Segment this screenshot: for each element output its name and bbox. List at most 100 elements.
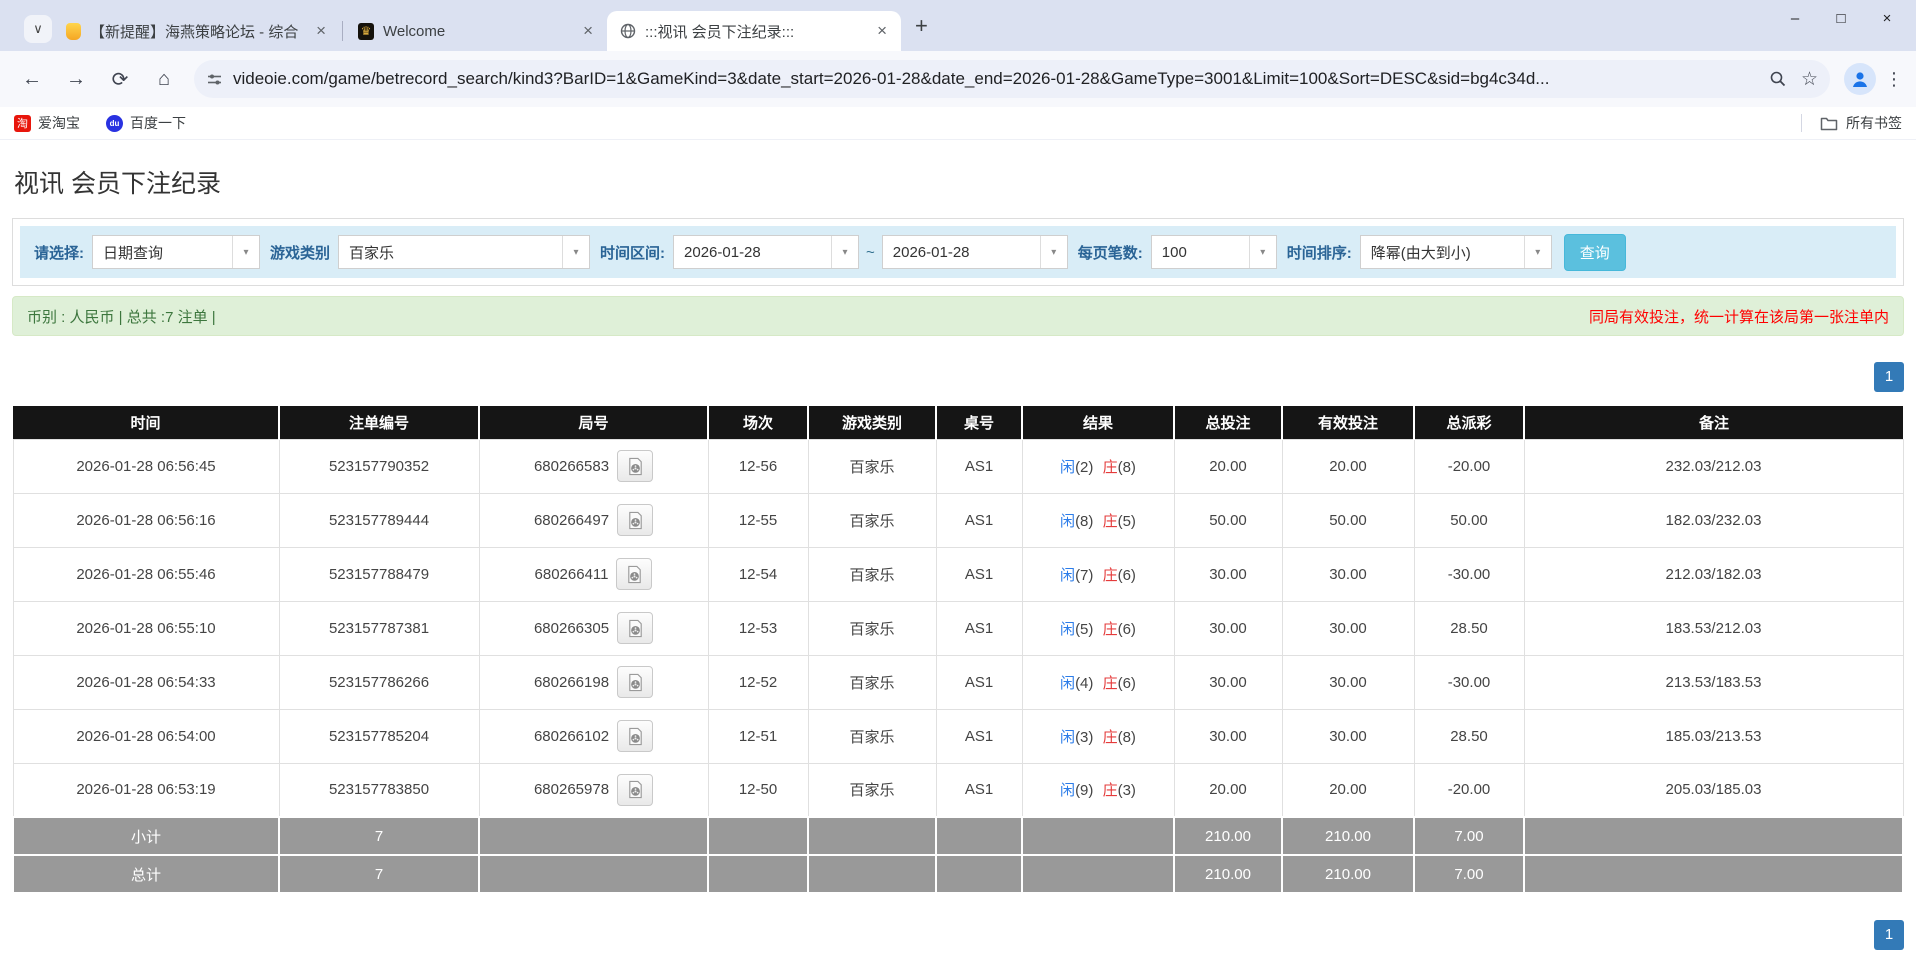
minimize-button[interactable]: – [1772, 0, 1818, 36]
maximize-button[interactable]: □ [1818, 0, 1864, 36]
cell-table-no: AS1 [936, 547, 1022, 601]
cell-total-bet[interactable]: 20.00 [1174, 763, 1282, 817]
profile-avatar[interactable] [1844, 63, 1876, 95]
baidu-icon: du [106, 115, 123, 132]
cell-time: 2026-01-28 06:56:16 [13, 493, 279, 547]
cell-round: 680266583 [479, 439, 708, 493]
cell-total-bet[interactable]: 50.00 [1174, 493, 1282, 547]
back-button[interactable]: ← [13, 60, 51, 98]
chevron-down-icon[interactable]: ▾ [831, 236, 858, 268]
browser-window: ∨ 【新提醒】海燕策略论坛 - 综合 × ♛ Welcome × :::视讯 会… [0, 0, 1916, 140]
date-start-select[interactable]: 2026-01-28 ▾ [673, 235, 859, 269]
cell-game-type: 百家乐 [808, 601, 936, 655]
table-header: 时间 注单编号 局号 场次 游戏类别 桌号 结果 总投注 有效投注 总派彩 备注 [13, 406, 1903, 439]
tab-search-button[interactable]: ∨ [24, 15, 52, 43]
tab-bet-records[interactable]: :::视讯 会员下注纪录::: × [607, 11, 901, 51]
video-replay-button[interactable] [617, 720, 653, 752]
video-replay-button[interactable] [617, 450, 653, 482]
cell-time: 2026-01-28 06:53:19 [13, 763, 279, 817]
all-bookmarks-button[interactable]: 所有书签 [1801, 113, 1902, 133]
cell-total-bet[interactable]: 30.00 [1174, 601, 1282, 655]
cell-round: 680266102 [479, 709, 708, 763]
tab-welcome[interactable]: ♛ Welcome × [345, 11, 607, 51]
cell-bet-id: 523157783850 [279, 763, 479, 817]
subtotal-payout: 7.00 [1414, 817, 1524, 855]
chevron-down-icon[interactable]: ▾ [232, 236, 259, 268]
chevron-down-icon[interactable]: ▾ [1249, 236, 1276, 268]
close-icon[interactable]: × [312, 21, 330, 41]
bookmark-star-icon[interactable]: ☆ [1801, 68, 1818, 91]
cell-round: 680266411 [479, 547, 708, 601]
tab-separator [342, 21, 343, 41]
result-banker: 庄(5) [1103, 513, 1136, 530]
cell-table-no: AS1 [936, 439, 1022, 493]
site-settings-icon[interactable] [206, 71, 223, 88]
video-replay-button[interactable] [617, 504, 653, 536]
chevron-down-icon[interactable]: ▾ [1524, 236, 1551, 268]
browser-menu-icon[interactable]: ⋮ [1882, 69, 1906, 90]
cell-payout: 50.00 [1414, 493, 1524, 547]
tab-strip: ∨ 【新提醒】海燕策略论坛 - 综合 × ♛ Welcome × :::视讯 会… [0, 0, 1916, 51]
page-1-button[interactable]: 1 [1874, 362, 1904, 392]
game-category-select[interactable]: 百家乐 ▾ [338, 235, 590, 269]
cell-time: 2026-01-28 06:56:45 [13, 439, 279, 493]
table-row: 2026-01-28 06:55:10 523157787381 6802663… [13, 601, 1903, 655]
close-window-button[interactable]: × [1864, 0, 1910, 36]
chevron-down-icon[interactable]: ▾ [562, 236, 589, 268]
cell-total-bet[interactable]: 20.00 [1174, 439, 1282, 493]
cell-remark: 182.03/232.03 [1524, 493, 1903, 547]
bookmarks-separator [1801, 114, 1802, 132]
col-payout: 总派彩 [1414, 406, 1524, 439]
globe-icon [619, 22, 637, 40]
subtotal-label: 小计 [13, 817, 279, 855]
search-button[interactable]: 查询 [1564, 234, 1626, 271]
cell-table-no: AS1 [936, 709, 1022, 763]
new-tab-button[interactable]: + [915, 13, 928, 39]
table-row: 2026-01-28 06:54:33 523157786266 6802661… [13, 655, 1903, 709]
bookmark-baidu[interactable]: du 百度一下 [106, 113, 186, 133]
pagination-bottom: 1 [12, 920, 1904, 950]
cell-total-bet[interactable]: 30.00 [1174, 655, 1282, 709]
chevron-down-icon[interactable]: ▾ [1040, 236, 1067, 268]
page-1-button[interactable]: 1 [1874, 920, 1904, 950]
url-bar[interactable]: videoie.com/game/betrecord_search/kind3?… [194, 60, 1830, 98]
url-text[interactable]: videoie.com/game/betrecord_search/kind3?… [233, 69, 1759, 89]
zoom-icon[interactable] [1769, 70, 1787, 88]
video-replay-button[interactable] [617, 774, 653, 806]
page-title: 视讯 会员下注纪录 [14, 164, 1916, 200]
folder-icon [1820, 116, 1838, 131]
sort-order-select[interactable]: 降幂(由大到小) ▾ [1360, 235, 1552, 269]
date-start-value: 2026-01-28 [674, 236, 831, 268]
cell-total-bet[interactable]: 30.00 [1174, 709, 1282, 763]
query-type-label: 请选择: [34, 242, 84, 263]
cell-valid-bet: 50.00 [1282, 493, 1414, 547]
page-size-value: 100 [1152, 236, 1249, 268]
date-end-select[interactable]: 2026-01-28 ▾ [882, 235, 1068, 269]
total-total-bet: 210.00 [1174, 855, 1282, 893]
home-button[interactable]: ⌂ [145, 60, 183, 98]
cell-total-bet[interactable]: 30.00 [1174, 547, 1282, 601]
round-number: 680265978 [534, 781, 609, 798]
video-replay-button[interactable] [616, 558, 652, 590]
col-remark: 备注 [1524, 406, 1903, 439]
video-replay-button[interactable] [617, 666, 653, 698]
cell-bet-id: 523157785204 [279, 709, 479, 763]
query-type-value: 日期查询 [93, 236, 232, 268]
col-result: 结果 [1022, 406, 1174, 439]
close-icon[interactable]: × [873, 21, 891, 41]
cell-payout: -20.00 [1414, 439, 1524, 493]
forward-button[interactable]: → [57, 60, 95, 98]
date-end-value: 2026-01-28 [883, 236, 1040, 268]
tab-forum[interactable]: 【新提醒】海燕策略论坛 - 综合 × [52, 11, 340, 51]
round-number: 680266305 [534, 620, 609, 637]
cell-time: 2026-01-28 06:54:00 [13, 709, 279, 763]
date-range-tilde: ~ [866, 244, 875, 261]
query-type-select[interactable]: 日期查询 ▾ [92, 235, 260, 269]
close-icon[interactable]: × [579, 21, 597, 41]
bookmark-taobao[interactable]: 淘 爱淘宝 [14, 113, 80, 133]
reload-button[interactable]: ⟳ [101, 60, 139, 98]
page-size-select[interactable]: 100 ▾ [1151, 235, 1277, 269]
video-replay-button[interactable] [617, 612, 653, 644]
col-time: 时间 [13, 406, 279, 439]
col-valid-bet: 有效投注 [1282, 406, 1414, 439]
